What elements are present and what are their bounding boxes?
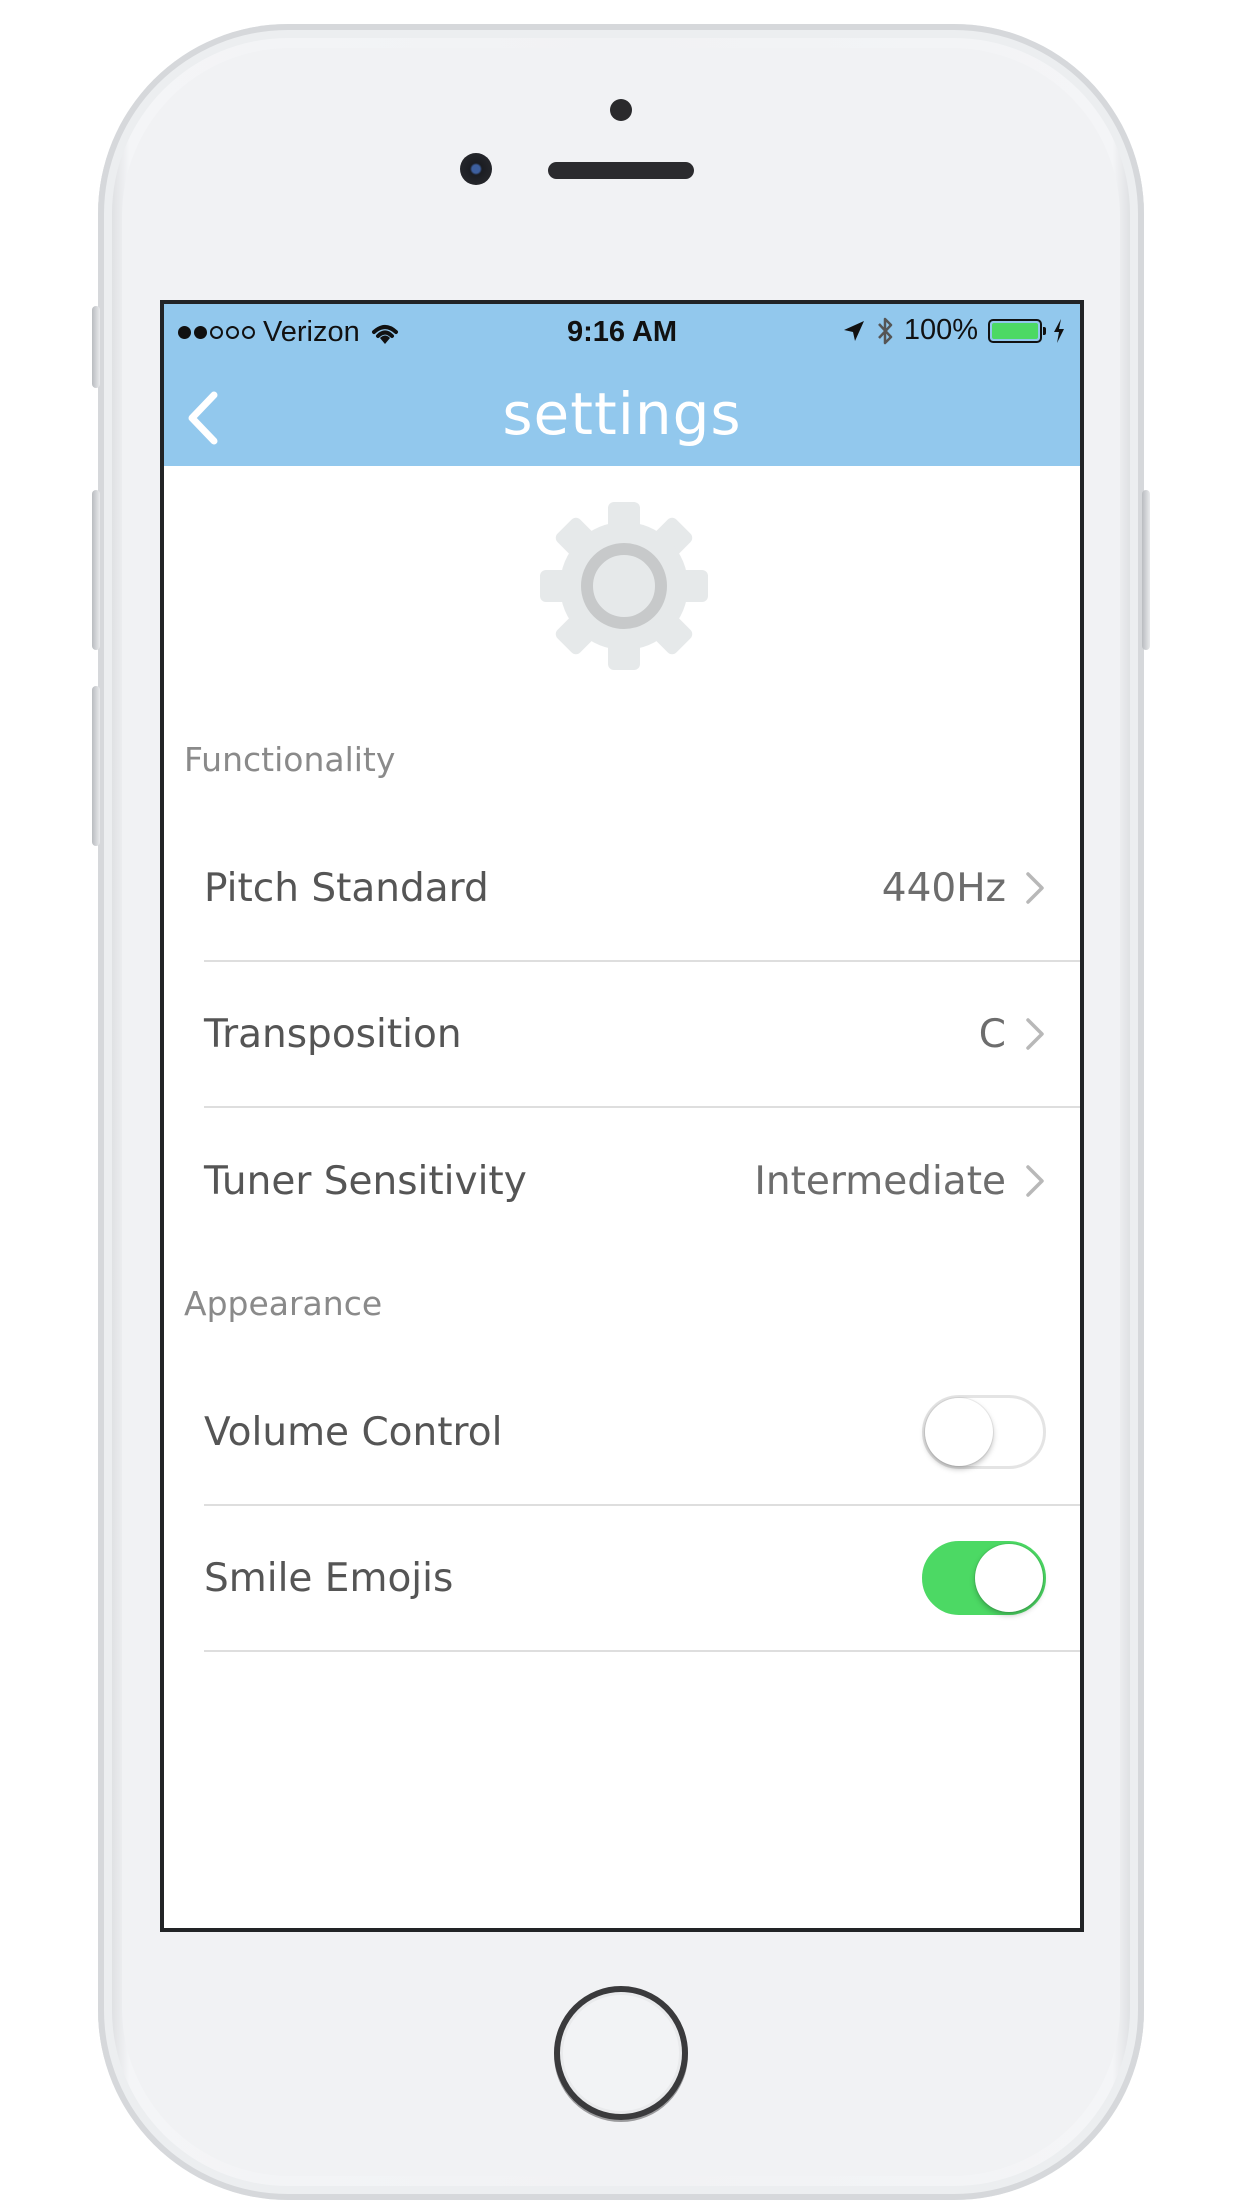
navigation-bar: Verizon 9:16 AM 100% settings xyxy=(164,304,1080,466)
row-pitch-standard[interactable]: Pitch Standard 440Hz xyxy=(204,816,1080,962)
volume-control-toggle[interactable] xyxy=(922,1395,1046,1469)
volume-up-button xyxy=(92,490,100,650)
row-label: Pitch Standard xyxy=(204,865,489,911)
earpiece-speaker xyxy=(548,162,694,179)
section-header-appearance: Appearance xyxy=(184,1284,383,1323)
row-value: C xyxy=(978,1011,1006,1057)
row-value: 440Hz xyxy=(881,865,1006,911)
row-label: Smile Emojis xyxy=(204,1555,454,1601)
battery-icon xyxy=(988,318,1046,343)
home-button[interactable] xyxy=(554,1986,688,2120)
bluetooth-icon xyxy=(877,317,893,344)
proximity-sensor xyxy=(610,99,632,121)
power-button xyxy=(1142,490,1150,650)
row-transposition[interactable]: Transposition C xyxy=(204,962,1080,1108)
smile-emojis-toggle[interactable] xyxy=(922,1541,1046,1615)
location-arrow-icon xyxy=(843,320,864,341)
battery-fill xyxy=(992,322,1038,339)
row-label: Volume Control xyxy=(204,1409,503,1455)
row-label: Transposition xyxy=(204,1011,462,1057)
screen: Verizon 9:16 AM 100% settings Functional… xyxy=(160,300,1084,1932)
page-title: settings xyxy=(502,380,742,448)
status-bar: Verizon 9:16 AM 100% xyxy=(164,304,1080,364)
row-volume-control: Volume Control xyxy=(204,1360,1080,1506)
row-smile-emojis: Smile Emojis xyxy=(204,1506,1080,1652)
battery-percent: 100% xyxy=(903,314,978,346)
chevron-right-icon xyxy=(1026,1018,1044,1050)
section-header-functionality: Functionality xyxy=(184,740,396,779)
status-right: 100% xyxy=(842,314,1066,347)
row-label: Tuner Sensitivity xyxy=(204,1158,527,1204)
row-tuner-sensitivity[interactable]: Tuner Sensitivity Intermediate xyxy=(204,1108,1080,1254)
toggle-knob xyxy=(975,1544,1043,1612)
chevron-right-icon xyxy=(1026,872,1044,904)
front-camera xyxy=(460,153,492,185)
mute-switch xyxy=(92,306,100,388)
toggle-knob xyxy=(925,1398,993,1466)
charging-bolt-icon xyxy=(1054,318,1064,343)
gear-icon xyxy=(540,502,708,670)
row-value: Intermediate xyxy=(754,1158,1006,1204)
chevron-right-icon xyxy=(1026,1165,1044,1197)
volume-down-button xyxy=(92,686,100,846)
